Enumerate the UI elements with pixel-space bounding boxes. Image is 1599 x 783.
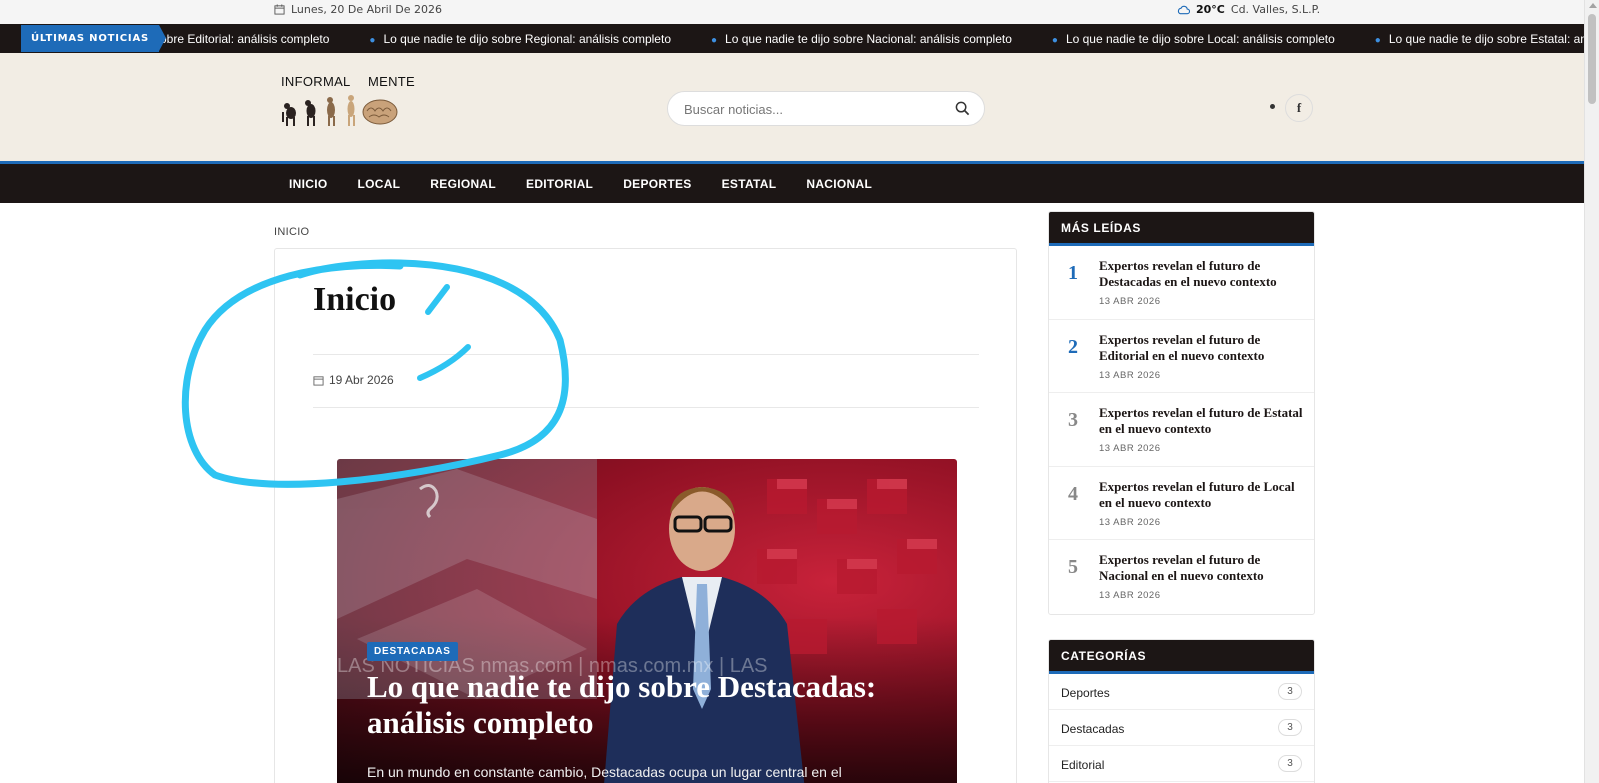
post-title[interactable]: Expertos revelan el futuro de Estatal en…	[1099, 405, 1304, 437]
post-date: 19 Abr 2026	[313, 373, 394, 387]
ticker-item[interactable]: ● Lo que nadie te dijo sobre Local: análi…	[1052, 32, 1335, 46]
category-count: 3	[1278, 719, 1302, 736]
post-date: 13 ABR 2026	[1099, 590, 1161, 601]
list-item[interactable]: 1 Expertos revelan el futuro de Destacad…	[1049, 246, 1314, 320]
calendar-icon	[313, 375, 324, 386]
nav-item-estatal[interactable]: ESTATAL	[707, 177, 792, 191]
ticker-item[interactable]: ● Lo que nadie te dijo sobre Nacional: an…	[711, 32, 1012, 46]
nav-item-editorial[interactable]: EDITORIAL	[511, 177, 608, 191]
post-title[interactable]: Expertos revelan el futuro de Nacional e…	[1099, 552, 1304, 584]
post-date: 13 ABR 2026	[1099, 296, 1161, 307]
bullet-icon: ●	[1374, 34, 1381, 46]
ticker-label: ÚLTIMAS NOTICIAS	[21, 25, 166, 52]
scroll-up-icon[interactable]	[1589, 3, 1597, 8]
search-box	[667, 91, 985, 126]
list-item[interactable]: 3 Expertos revelan el futuro de Estatal …	[1049, 393, 1314, 467]
post-date-text: 19 Abr 2026	[329, 373, 394, 387]
post-title[interactable]: Expertos revelan el futuro de Local en e…	[1099, 479, 1304, 511]
nav-item-inicio[interactable]: INICIO	[274, 177, 342, 191]
category-name[interactable]: Editorial	[1061, 758, 1104, 772]
post-date: 13 ABR 2026	[1099, 516, 1161, 528]
nav-item-nacional[interactable]: NACIONAL	[791, 177, 887, 191]
category-item[interactable]: Editorial 3	[1049, 746, 1314, 782]
weather-widget: 20°C Cd. Valles, S.L.P.	[1177, 3, 1320, 16]
breaking-news-ticker: ÚLTIMAS NOTICIAS obre Editorial: análisi…	[0, 24, 1584, 53]
social-separator-dot	[1270, 104, 1275, 109]
current-date: Lunes, 20 De Abril De 2026	[274, 3, 442, 16]
page-scrollbar[interactable]	[1584, 0, 1599, 783]
ticker-item[interactable]: ● Lo que nadie te dijo sobre Regional: an…	[369, 32, 671, 46]
cloud-icon	[1177, 5, 1190, 14]
date-text: Lunes, 20 De Abril De 2026	[291, 3, 442, 16]
category-count: 3	[1278, 683, 1302, 700]
nav-item-local[interactable]: LOCAL	[342, 177, 415, 191]
post-title[interactable]: Expertos revelan el futuro de Editorial …	[1099, 332, 1304, 364]
rank-number: 2	[1068, 335, 1078, 358]
featured-title[interactable]: Lo que nadie te dijo sobre Destacadas: a…	[367, 669, 937, 741]
main-content: Inicio 19 Abr 2026 LAS NOTICIAS nmas.com…	[274, 248, 1017, 783]
category-badge[interactable]: DESTACADAS	[367, 642, 458, 661]
search-icon[interactable]	[955, 101, 970, 116]
evolution-brain-logo-icon	[281, 95, 415, 127]
site-logo[interactable]: INFORMAL MENTE	[281, 74, 415, 127]
list-item[interactable]: 5 Expertos revelan el futuro de Nacional…	[1049, 540, 1314, 614]
post-date: 13 ABR 2026	[1099, 369, 1161, 381]
location: Cd. Valles, S.L.P.	[1230, 3, 1321, 16]
list-item[interactable]: 4 Expertos revelan el futuro de Local en…	[1049, 467, 1314, 540]
ticker-items: obre Editorial: análisis completo ● Lo qu…	[160, 24, 1584, 53]
category-count: 3	[1278, 755, 1302, 772]
widget-title: MÁS LEÍDAS	[1049, 212, 1314, 246]
nav-item-regional[interactable]: REGIONAL	[415, 177, 511, 191]
page-title: Inicio	[313, 281, 397, 318]
main-nav: INICIO LOCAL REGIONAL EDITORIAL DEPORTES…	[0, 161, 1584, 203]
categories-widget: CATEGORÍAS Deportes 3 Destacadas 3 Edito…	[1048, 639, 1315, 783]
scrollbar-thumb[interactable]	[1588, 14, 1596, 104]
site-header: INFORMAL MENTE Buscar noticias... f	[0, 53, 1584, 161]
featured-excerpt: En un mundo en constante cambio, Destaca…	[367, 764, 842, 780]
rank-number: 5	[1068, 556, 1078, 578]
category-name[interactable]: Destacadas	[1061, 722, 1124, 736]
facebook-icon[interactable]: f	[1285, 94, 1313, 122]
calendar-icon	[274, 4, 285, 15]
list-item[interactable]: 2 Expertos revelan el futuro de Editoria…	[1049, 320, 1314, 393]
widget-title: CATEGORÍAS	[1049, 640, 1314, 674]
bullet-icon: ●	[1051, 34, 1058, 46]
post-date: 13 ABR 2026	[1099, 443, 1161, 454]
category-name[interactable]: Deportes	[1061, 686, 1110, 700]
nav-item-deportes[interactable]: DEPORTES	[608, 177, 706, 191]
ticker-item[interactable]: ●Lo que nadie te dijo sobre Estatal: aná…	[1375, 32, 1584, 46]
logo-text: INFORMAL MENTE	[281, 74, 416, 89]
category-item[interactable]: Deportes 3	[1049, 674, 1314, 710]
breadcrumb[interactable]: INICIO	[274, 226, 309, 238]
rank-number: 4	[1068, 482, 1078, 505]
rank-number: 3	[1068, 409, 1078, 431]
bullet-icon: ●	[711, 34, 718, 46]
post-title[interactable]: Expertos revelan el futuro de Destacadas…	[1099, 258, 1304, 290]
search-input[interactable]	[684, 100, 944, 118]
temperature: 20°C	[1196, 3, 1225, 16]
rank-number: 1	[1068, 262, 1078, 284]
category-item[interactable]: Destacadas 3	[1049, 710, 1314, 746]
bullet-icon: ●	[369, 34, 376, 46]
most-read-widget: MÁS LEÍDAS 1 Expertos revelan el futuro …	[1048, 211, 1315, 615]
featured-post[interactable]: LAS NOTICIAS nmas.com | nmas.com.mx | LA…	[337, 459, 957, 783]
divider	[313, 354, 979, 355]
divider	[313, 407, 979, 408]
ticker-item[interactable]: obre Editorial: análisis completo	[160, 32, 329, 46]
top-bar: Lunes, 20 De Abril De 2026 20°C Cd. Vall…	[0, 0, 1584, 24]
